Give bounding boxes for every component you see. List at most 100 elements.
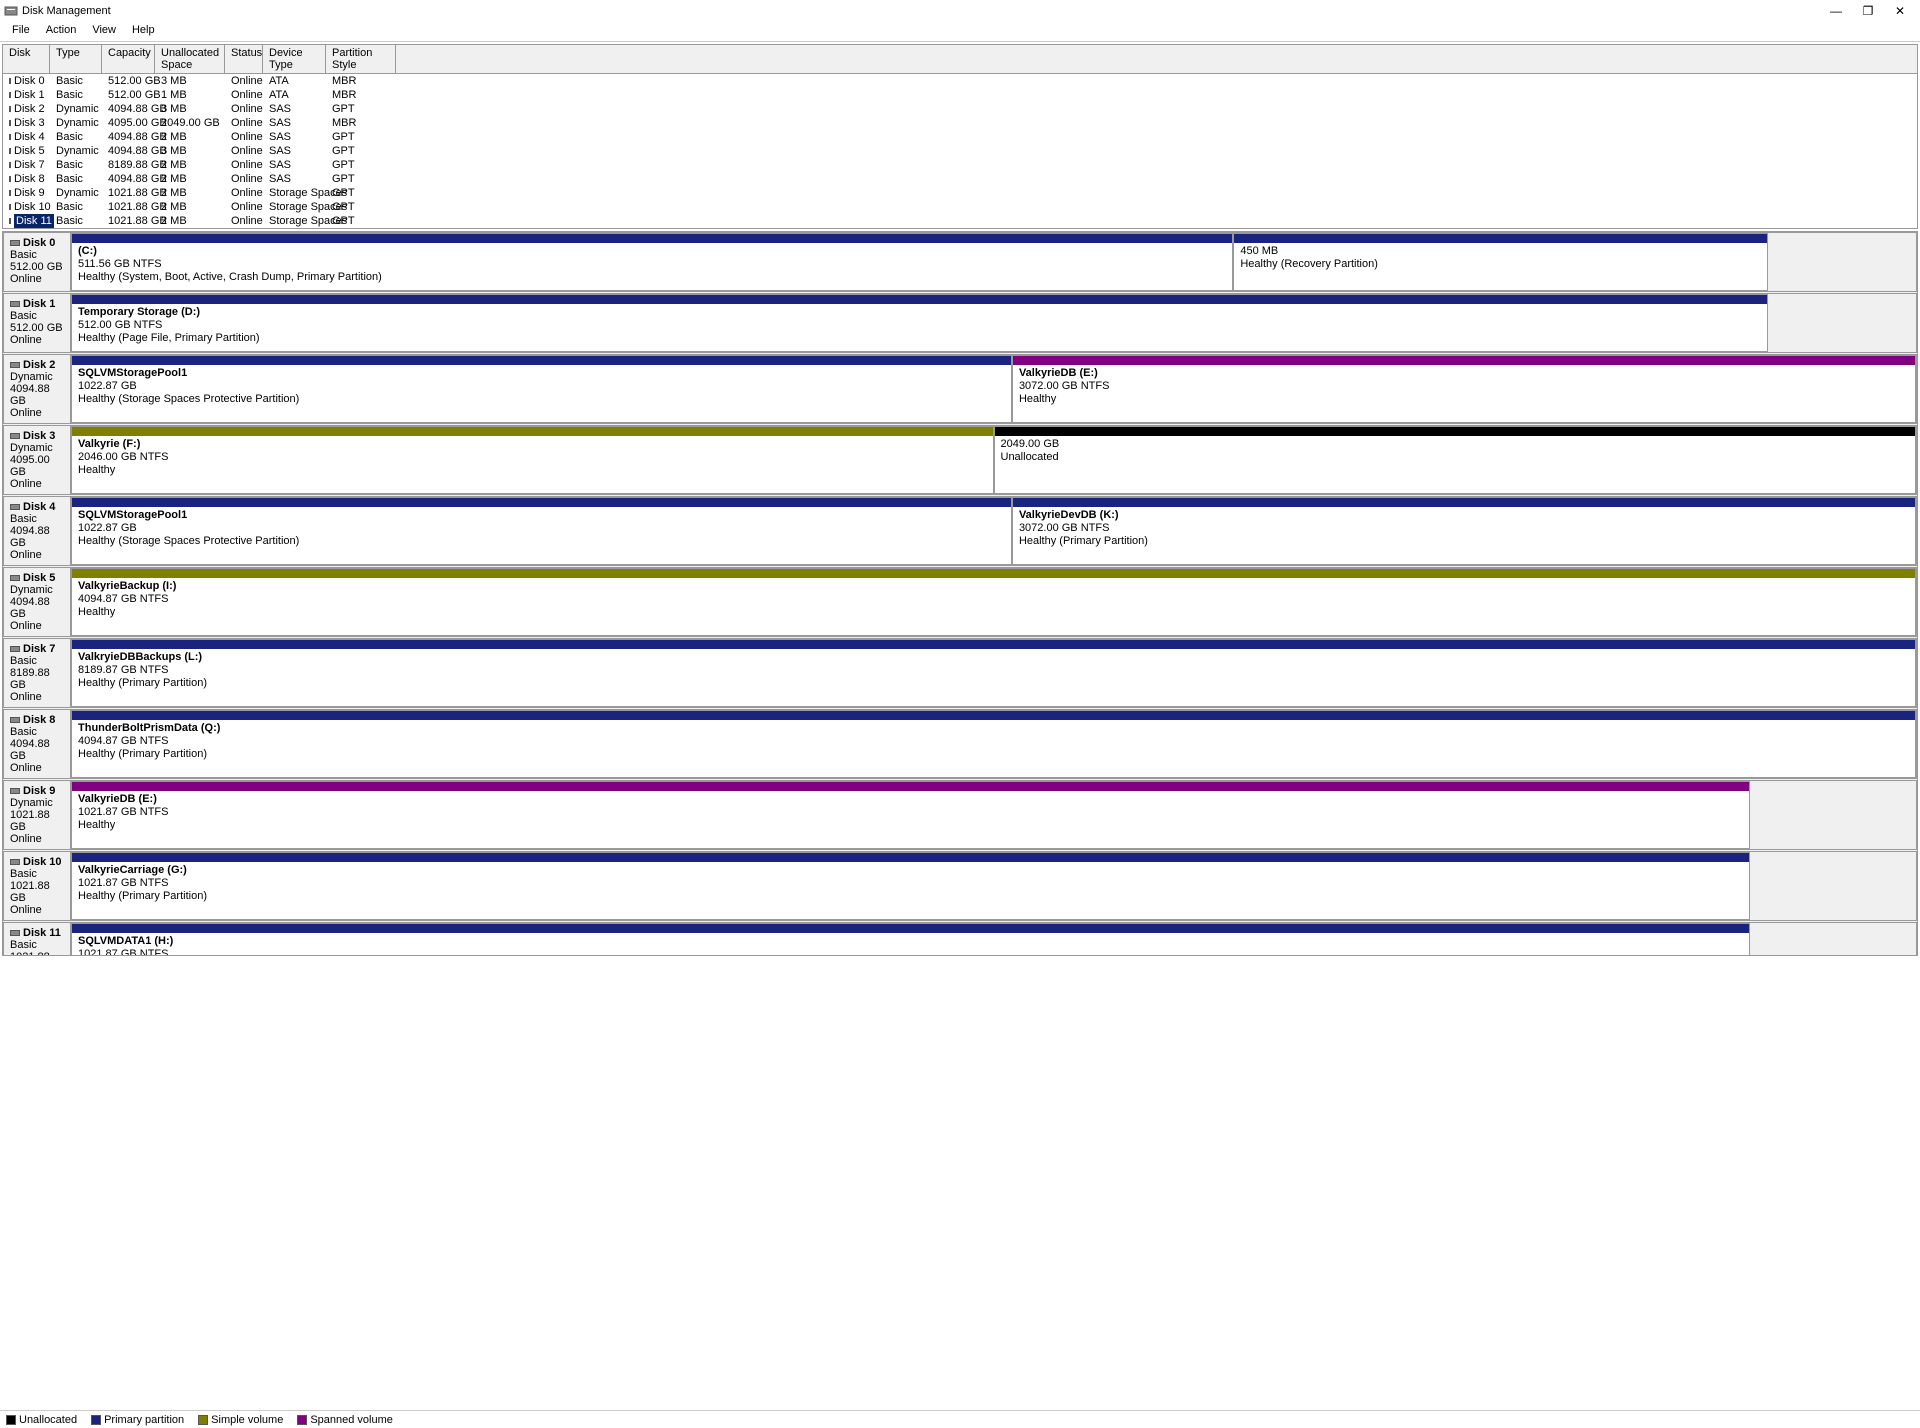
partition-bar xyxy=(72,782,1749,791)
disk-icon xyxy=(9,134,11,140)
table-row[interactable]: Disk 0Basic512.00 GB3 MBOnlineATAMBR xyxy=(3,74,1917,88)
partition[interactable]: SQLVMStoragePool11022.87 GBHealthy (Stor… xyxy=(71,497,1012,565)
partition-bar xyxy=(1013,356,1915,365)
disk-row[interactable]: Disk 4Basic4094.88 GBOnlineSQLVMStorageP… xyxy=(3,496,1917,566)
partition[interactable] xyxy=(1768,294,1916,352)
disk-label[interactable]: Disk 5Dynamic4094.88 GBOnline xyxy=(3,567,71,637)
disk-row[interactable]: Disk 10Basic1021.88 GBOnlineValkyrieCarr… xyxy=(3,851,1917,921)
disk-row[interactable]: Disk 8Basic4094.88 GBOnlineThunderBoltPr… xyxy=(3,709,1917,779)
table-row[interactable]: Disk 4Basic4094.88 GB2 MBOnlineSASGPT xyxy=(3,130,1917,144)
disk-label[interactable]: Disk 11Basic1021.88 GBOnline xyxy=(3,922,71,956)
col-unallocated[interactable]: Unallocated Space xyxy=(155,45,225,73)
disk-row[interactable]: Disk 11Basic1021.88 GBOnlineSQLVMDATA1 (… xyxy=(3,922,1917,956)
menu-help[interactable]: Help xyxy=(124,22,163,41)
table-row[interactable]: Disk 5Dynamic4094.88 GB3 MBOnlineSASGPT xyxy=(3,144,1917,158)
graphical-view[interactable]: Disk 0Basic512.00 GBOnline (C:)511.56 GB… xyxy=(2,231,1918,956)
menu-action[interactable]: Action xyxy=(38,22,85,41)
disk-icon xyxy=(10,646,20,652)
partition[interactable]: 2049.00 GBUnallocated xyxy=(994,426,1917,494)
table-row[interactable]: Disk 1Basic512.00 GB1 MBOnlineATAMBR xyxy=(3,88,1917,102)
disk-icon xyxy=(9,148,11,154)
partition-bar xyxy=(72,427,993,436)
col-type[interactable]: Type xyxy=(50,45,102,73)
disk-icon xyxy=(9,106,11,112)
disk-icon xyxy=(10,788,20,794)
disk-icon xyxy=(10,433,20,439)
partition[interactable]: Valkyrie (F:)2046.00 GB NTFSHealthy xyxy=(71,426,994,494)
partition[interactable] xyxy=(1768,233,1916,291)
disk-icon xyxy=(9,204,11,210)
partition[interactable]: ValkryieDBBackups (L:)8189.87 GB NTFSHea… xyxy=(71,639,1916,707)
legend-swatch-simple xyxy=(198,1415,208,1425)
disk-label[interactable]: Disk 9Dynamic1021.88 GBOnline xyxy=(3,780,71,850)
disk-row[interactable]: Disk 9Dynamic1021.88 GBOnlineValkyrieDB … xyxy=(3,780,1917,850)
col-status[interactable]: Status xyxy=(225,45,263,73)
legend-swatch-spanned xyxy=(297,1415,307,1425)
partition[interactable]: ValkyrieBackup (I:)4094.87 GB NTFSHealth… xyxy=(71,568,1916,636)
col-capacity[interactable]: Capacity xyxy=(102,45,155,73)
partition-bar xyxy=(1013,498,1915,507)
col-device-type[interactable]: Device Type xyxy=(263,45,326,73)
partition-bar xyxy=(995,427,1916,436)
partition-bar xyxy=(72,853,1749,862)
menu-view[interactable]: View xyxy=(84,22,124,41)
partition-bar xyxy=(72,924,1749,933)
disk-row[interactable]: Disk 1Basic512.00 GBOnlineTemporary Stor… xyxy=(3,293,1917,353)
partition[interactable]: Temporary Storage (D:)512.00 GB NTFSHeal… xyxy=(71,294,1768,352)
disk-label[interactable]: Disk 7Basic8189.88 GBOnline xyxy=(3,638,71,708)
col-disk[interactable]: Disk xyxy=(3,45,50,73)
partition[interactable]: ValkyrieCarriage (G:)1021.87 GB NTFSHeal… xyxy=(71,852,1750,920)
minimize-button[interactable]: — xyxy=(1820,0,1852,22)
disk-icon xyxy=(9,78,11,84)
table-row[interactable]: Disk 8Basic4094.88 GB2 MBOnlineSASGPT xyxy=(3,172,1917,186)
partition[interactable] xyxy=(1750,852,1916,920)
partition-bar xyxy=(72,356,1011,365)
disk-label[interactable]: Disk 4Basic4094.88 GBOnline xyxy=(3,496,71,566)
disk-icon xyxy=(9,176,11,182)
disk-icon xyxy=(9,190,11,196)
table-row[interactable]: Disk 7Basic8189.88 GB2 MBOnlineSASGPT xyxy=(3,158,1917,172)
partition[interactable] xyxy=(1750,781,1916,849)
legend-simple: Simple volume xyxy=(211,1414,283,1426)
disk-row[interactable]: Disk 0Basic512.00 GBOnline (C:)511.56 GB… xyxy=(3,232,1917,292)
partition[interactable]: 450 MBHealthy (Recovery Partition) xyxy=(1233,233,1768,291)
legend-swatch-unallocated xyxy=(6,1415,16,1425)
table-row[interactable]: Disk 2Dynamic4094.88 GB3 MBOnlineSASGPT xyxy=(3,102,1917,116)
partition[interactable]: ValkyrieDevDB (K:)3072.00 GB NTFSHealthy… xyxy=(1012,497,1916,565)
partition[interactable]: ThunderBoltPrismData (Q:)4094.87 GB NTFS… xyxy=(71,710,1916,778)
table-row[interactable]: Disk 10Basic1021.88 GB2 MBOnlineStorage … xyxy=(3,200,1917,214)
titlebar: Disk Management — ❐ ✕ xyxy=(0,0,1920,22)
disk-icon xyxy=(10,362,20,368)
partition[interactable]: (C:)511.56 GB NTFSHealthy (System, Boot,… xyxy=(71,233,1233,291)
table-row[interactable]: Disk 11Basic1021.88 GB2 MBOnlineStorage … xyxy=(3,214,1917,228)
partition-bar xyxy=(72,295,1767,304)
disk-label[interactable]: Disk 1Basic512.00 GBOnline xyxy=(3,293,71,353)
table-row[interactable]: Disk 3Dynamic4095.00 GB2049.00 GBOnlineS… xyxy=(3,116,1917,130)
disk-icon xyxy=(10,301,20,307)
disk-label[interactable]: Disk 8Basic4094.88 GBOnline xyxy=(3,709,71,779)
disk-row[interactable]: Disk 3Dynamic4095.00 GBOnlineValkyrie (F… xyxy=(3,425,1917,495)
legend-swatch-primary xyxy=(91,1415,101,1425)
partition[interactable]: ValkyrieDB (E:)3072.00 GB NTFSHealthy xyxy=(1012,355,1916,423)
disk-label[interactable]: Disk 3Dynamic4095.00 GBOnline xyxy=(3,425,71,495)
disk-icon xyxy=(9,120,11,126)
disk-label[interactable]: Disk 2Dynamic4094.88 GBOnline xyxy=(3,354,71,424)
partition[interactable]: ValkyrieDB (E:)1021.87 GB NTFSHealthy xyxy=(71,781,1750,849)
disk-label[interactable]: Disk 10Basic1021.88 GBOnline xyxy=(3,851,71,921)
disk-icon xyxy=(10,575,20,581)
partition[interactable]: SQLVMDATA1 (H:)1021.87 GB NTFSHealthy (P… xyxy=(71,923,1750,956)
disk-row[interactable]: Disk 2Dynamic4094.88 GBOnlineSQLVMStorag… xyxy=(3,354,1917,424)
partition-bar xyxy=(72,234,1232,243)
disk-label[interactable]: Disk 0Basic512.00 GBOnline xyxy=(3,232,71,292)
partition[interactable] xyxy=(1750,923,1916,956)
menu-file[interactable]: File xyxy=(4,22,38,41)
maximize-button[interactable]: ❐ xyxy=(1852,0,1884,22)
partition[interactable]: SQLVMStoragePool11022.87 GBHealthy (Stor… xyxy=(71,355,1012,423)
col-partition-style[interactable]: Partition Style xyxy=(326,45,396,73)
disk-row[interactable]: Disk 5Dynamic4094.88 GBOnlineValkyrieBac… xyxy=(3,567,1917,637)
disk-row[interactable]: Disk 7Basic8189.88 GBOnlineValkryieDBBac… xyxy=(3,638,1917,708)
table-row[interactable]: Disk 9Dynamic1021.88 GB2 MBOnlineStorage… xyxy=(3,186,1917,200)
disk-icon xyxy=(10,859,20,865)
partition-bar xyxy=(72,569,1915,578)
close-button[interactable]: ✕ xyxy=(1884,0,1916,22)
